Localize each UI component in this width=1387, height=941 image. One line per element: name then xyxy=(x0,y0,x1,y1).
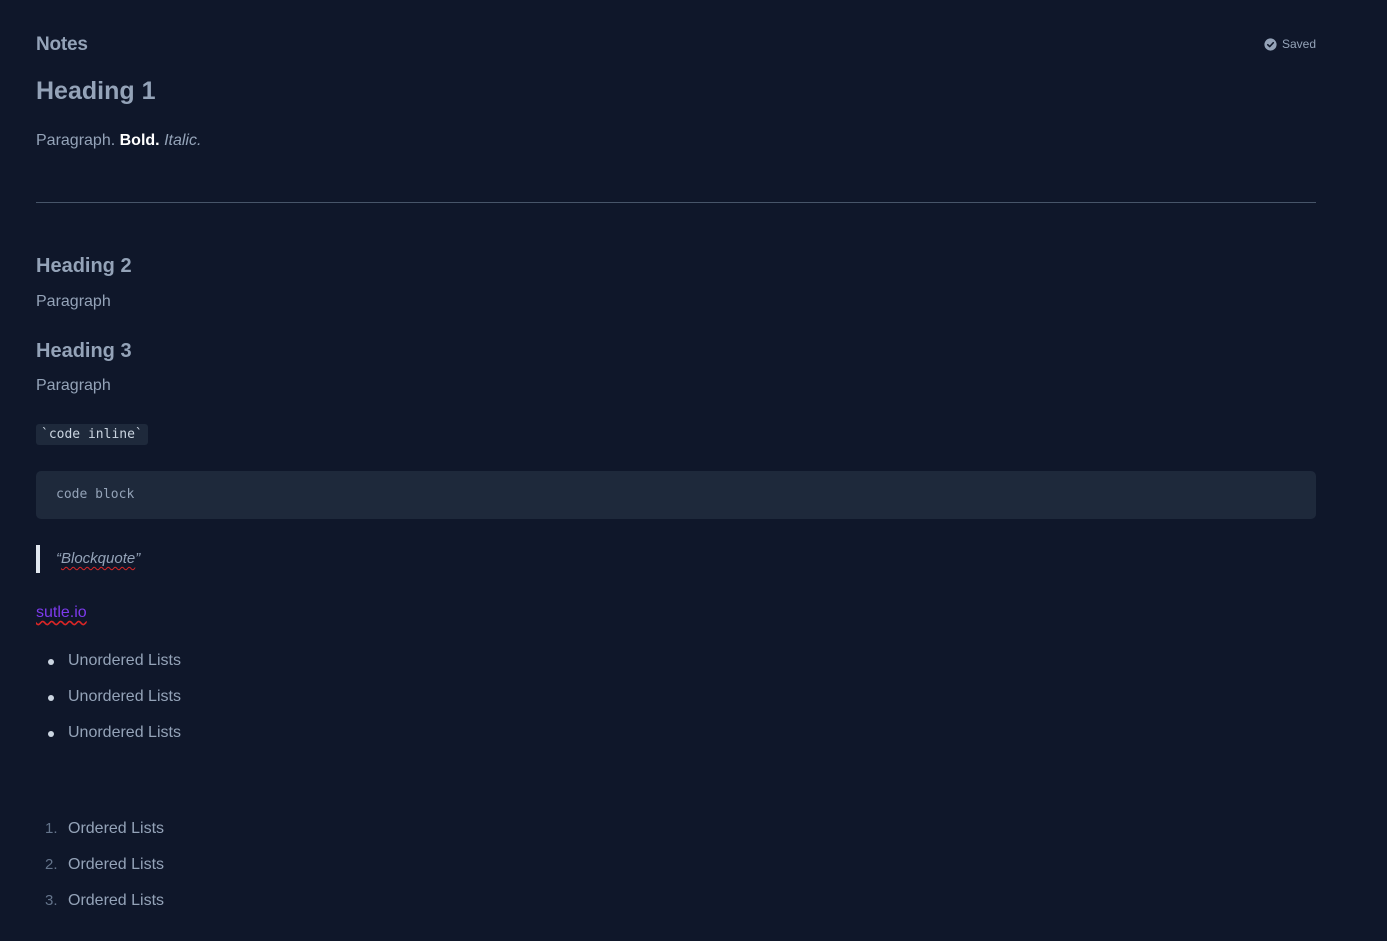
list-item-text: Ordered Lists xyxy=(68,856,165,873)
list-item-text: Unordered Lists xyxy=(68,688,181,705)
list-item-text: Ordered Lists xyxy=(68,892,165,909)
code-block[interactable]: code block xyxy=(36,471,1316,519)
ordered-list-item[interactable]: 3. Ordered Lists xyxy=(36,883,164,919)
list-item-text: Unordered Lists xyxy=(68,724,181,741)
editor-header: Notes Saved xyxy=(36,0,1316,90)
list-number: 3. xyxy=(45,892,58,909)
save-status: Saved xyxy=(1264,37,1316,51)
paragraph-plain-text: Paragraph. xyxy=(36,132,116,149)
heading-3[interactable]: Heading 3 xyxy=(36,340,132,363)
save-status-label: Saved xyxy=(1281,37,1316,51)
blockquote[interactable]: “Blockquote” xyxy=(36,545,140,573)
horizontal-rule xyxy=(36,202,1316,203)
unordered-list-item[interactable]: Unordered Lists xyxy=(36,643,181,679)
notes-editor: Notes Saved Heading 1 Paragraph. Bold. I… xyxy=(36,0,1316,909)
bullet-icon xyxy=(48,731,54,737)
sutle-link[interactable]: sutle.io xyxy=(36,604,87,622)
ordered-list-item[interactable]: 1. Ordered Lists xyxy=(36,811,164,847)
blockquote-text: Blockquote xyxy=(61,550,136,567)
paragraph-italic-text: Italic. xyxy=(164,132,202,149)
paragraph-3[interactable]: Paragraph xyxy=(36,377,111,395)
app-title: Notes xyxy=(36,34,88,55)
check-circle-icon xyxy=(1264,37,1277,51)
list-item-text: Unordered Lists xyxy=(68,652,181,669)
list-number: 2. xyxy=(45,856,58,873)
paragraph-bold-text: Bold. xyxy=(119,132,160,149)
unordered-list: Unordered Lists Unordered Lists Unordere… xyxy=(36,643,181,751)
heading-1[interactable]: Heading 1 xyxy=(36,77,155,106)
ordered-list-item[interactable]: 2. Ordered Lists xyxy=(36,847,164,883)
list-item-text: Ordered Lists xyxy=(68,820,165,837)
paragraph-2[interactable]: Paragraph xyxy=(36,293,111,311)
blockquote-close-quote: ” xyxy=(135,550,141,567)
unordered-list-item[interactable]: Unordered Lists xyxy=(36,715,181,751)
ordered-list: 1. Ordered Lists 2. Ordered Lists 3. Ordere… xyxy=(36,811,164,919)
unordered-list-item[interactable]: Unordered Lists xyxy=(36,679,181,715)
list-number: 1. xyxy=(45,820,58,837)
inline-code[interactable]: `code inline` xyxy=(36,424,148,445)
paragraph-1[interactable]: Paragraph. Bold. Italic. xyxy=(36,132,201,150)
bullet-icon xyxy=(48,659,54,665)
heading-2[interactable]: Heading 2 xyxy=(36,255,132,278)
bullet-icon xyxy=(48,695,54,701)
